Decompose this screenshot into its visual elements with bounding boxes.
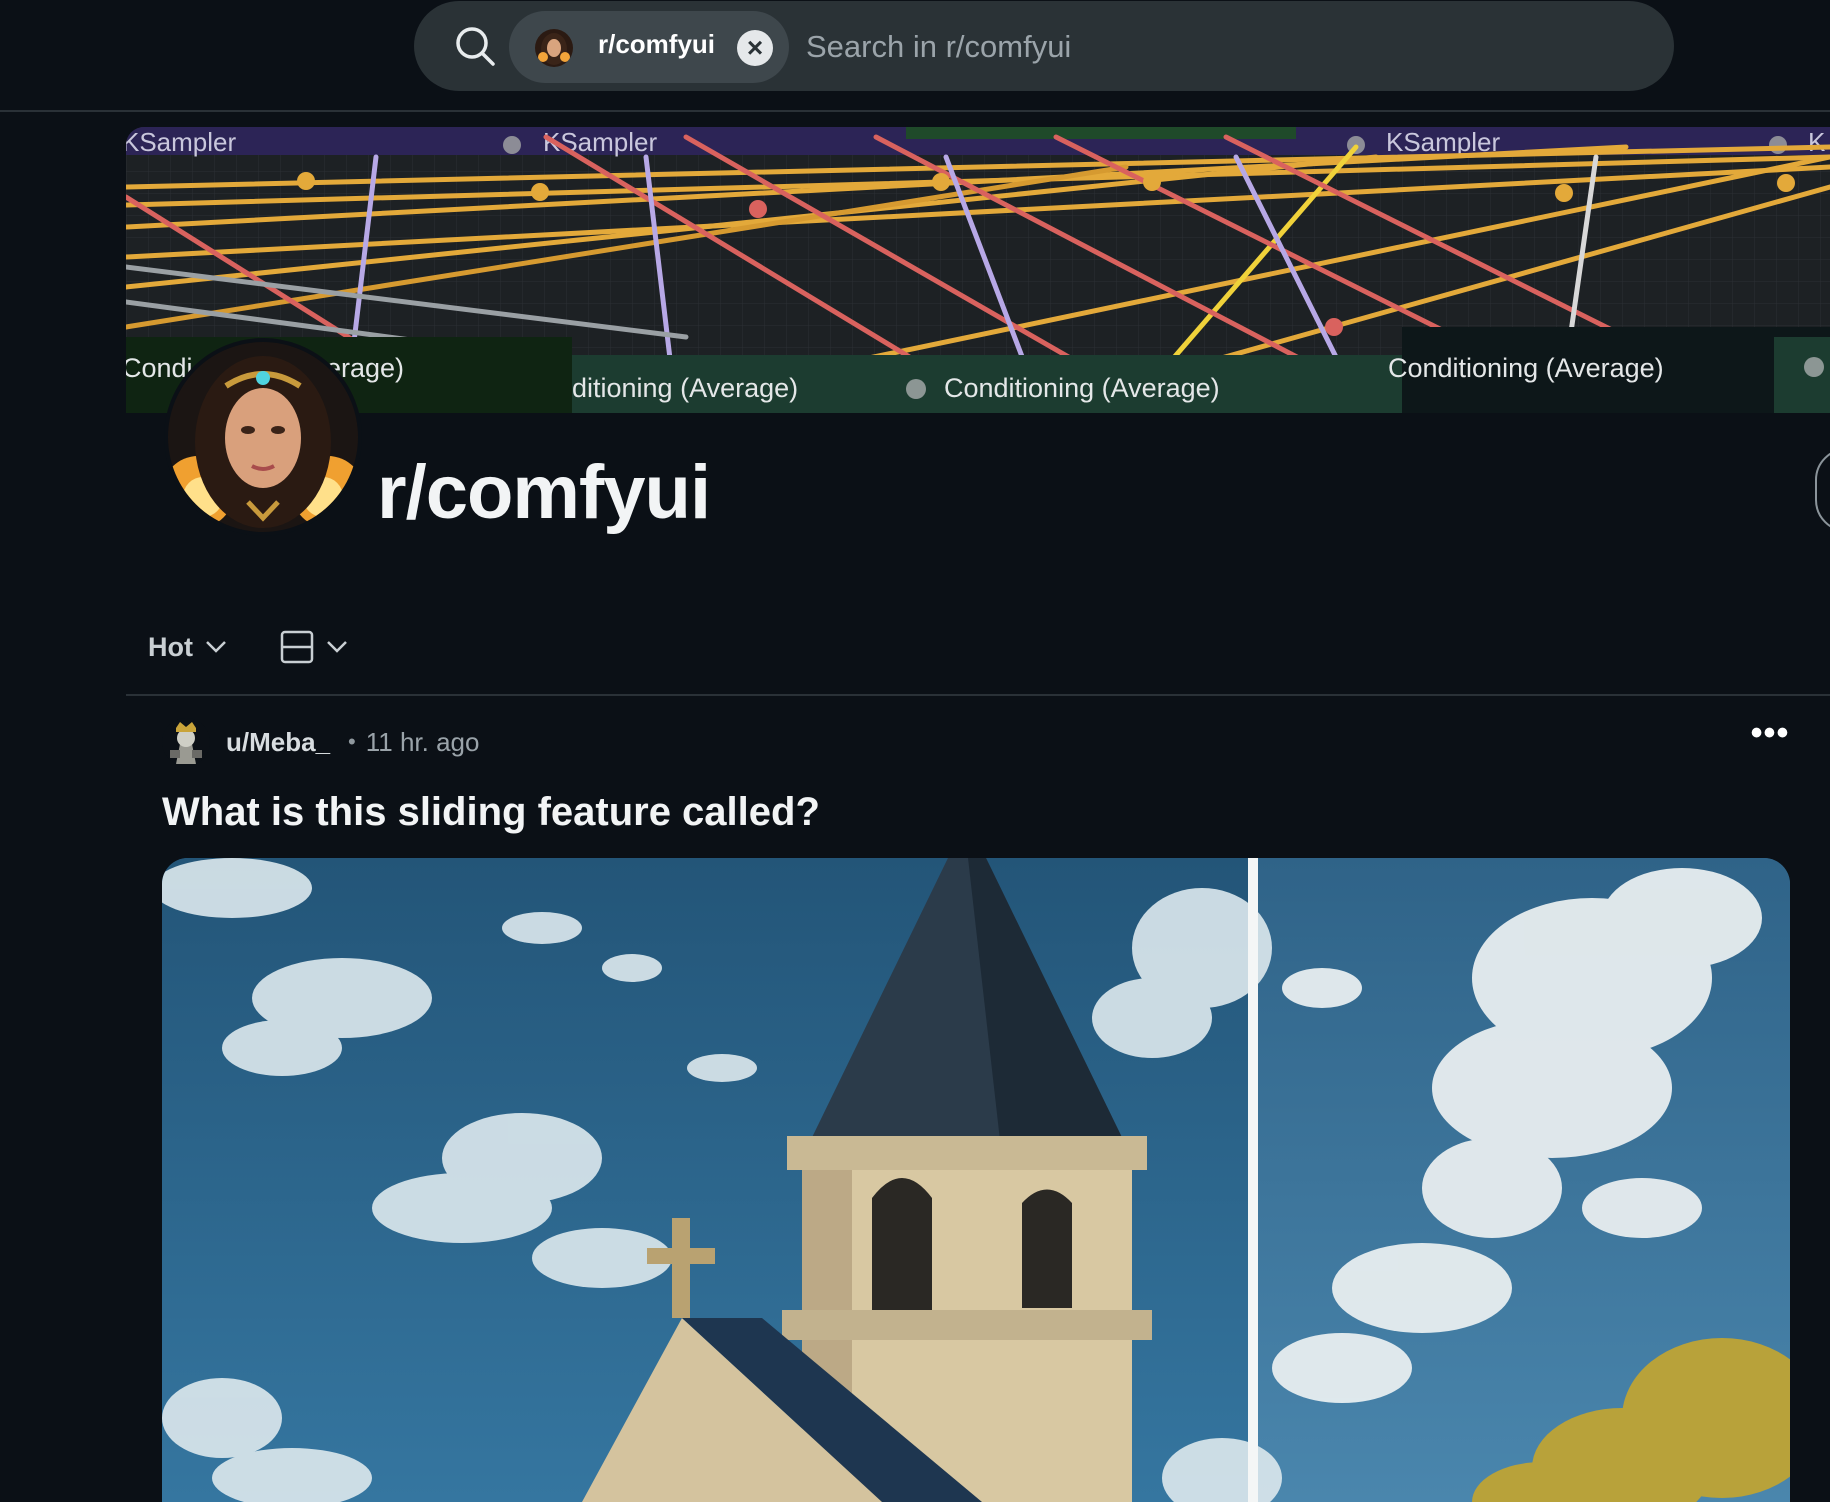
join-button[interactable] <box>1815 448 1830 532</box>
search-input[interactable] <box>804 15 1628 79</box>
chevron-down-icon <box>206 641 226 653</box>
community-chip-label: r/comfyui <box>598 29 716 59</box>
meta-separator: • <box>348 729 356 754</box>
more-options-icon[interactable]: ••• <box>1746 716 1794 762</box>
close-icon[interactable]: × <box>737 30 773 66</box>
banner-node-label: Conditioning (Average) <box>944 373 1220 403</box>
community-avatar <box>164 338 362 536</box>
feed-controls: Hot <box>126 616 1830 696</box>
banner-node-label: Conditioning (Average) <box>1388 353 1664 383</box>
banner-node-label: ditioning (Average) <box>572 373 798 403</box>
card-view-icon <box>280 630 314 664</box>
view-mode-dropdown[interactable] <box>280 622 348 672</box>
user-avatar[interactable] <box>162 718 210 766</box>
community-title: r/comfyui <box>377 450 711 535</box>
post-author[interactable]: u/Meba_ <box>226 727 330 758</box>
top-bar: r/comfyui × <box>0 0 1830 112</box>
banner-node-label: KSampler <box>543 127 657 157</box>
banner-node-label: K <box>1808 127 1826 157</box>
search-bar[interactable]: r/comfyui × <box>414 1 1674 91</box>
post-timestamp: 11 hr. ago <box>365 726 480 757</box>
post-image[interactable] <box>162 858 1790 1502</box>
post-meta: u/Meba_ • 11 hr. ago <box>162 714 479 770</box>
sort-dropdown[interactable]: Hot <box>148 622 227 672</box>
search-icon[interactable] <box>454 25 496 67</box>
community-banner: KSampler KSampler KSampler K Condi erage… <box>126 127 1830 413</box>
community-chip-avatar <box>535 29 573 67</box>
community-filter-chip[interactable]: r/comfyui × <box>509 11 789 83</box>
sort-label: Hot <box>148 631 193 662</box>
post-title[interactable]: What is this sliding feature called? <box>162 790 820 835</box>
banner-node-label: KSampler <box>126 127 236 157</box>
chevron-down-icon <box>327 641 347 653</box>
